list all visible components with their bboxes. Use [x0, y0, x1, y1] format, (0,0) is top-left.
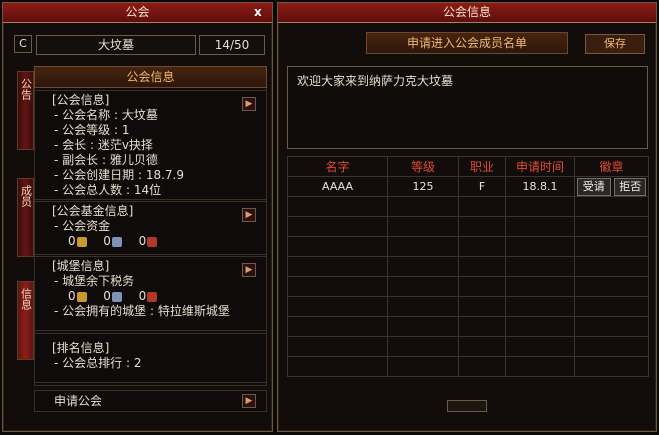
silver-coin-icon — [111, 236, 122, 247]
applicant-name: AAAA — [287, 176, 388, 197]
applicant-level: 125 — [387, 176, 459, 197]
guild-info-line: - 副会长 : 雅儿贝德 — [54, 153, 158, 167]
table-row — [287, 276, 649, 297]
gold-coin-icon — [76, 291, 87, 302]
applicant-actions: 受请 拒否 — [574, 176, 649, 197]
guild-info-line: - 公会等级 : 1 — [54, 123, 130, 137]
save-button[interactable]: 保存 — [585, 34, 645, 54]
guild-fund-title: [公会基金信息] — [52, 204, 134, 218]
guild-name-box: 大坟墓 — [36, 35, 196, 55]
guild-info-line: - 会长 : 迷茫v抉择 — [54, 138, 153, 152]
application-list-title: 申请进入公会成员名单 — [406, 36, 527, 50]
apply-arrow-icon[interactable]: ▶ — [242, 394, 256, 408]
col-level-header: 等级 — [387, 156, 459, 177]
expand-fund-icon[interactable]: ▶ — [242, 208, 256, 222]
guild-info-line: - 公会总人数 : 14位 — [54, 183, 162, 197]
castle-silver-value: 0 — [103, 289, 111, 303]
guild-icon: C — [14, 35, 32, 53]
guild-info-title: 公会信息 — [442, 5, 491, 19]
fund-coins: 0 0 0 — [68, 234, 158, 249]
apply-guild-button[interactable]: 申请公会 — [54, 394, 102, 409]
col-job-header: 职业 — [458, 156, 506, 177]
col-badge-header: 徽章 — [574, 156, 649, 177]
gold-coin-icon — [76, 236, 87, 247]
applicant-time: 18.8.1 — [505, 176, 575, 197]
guild-panel-title: 公会 — [125, 5, 150, 19]
notice-text: 欢迎大家来到纳萨力克大坟墓 — [297, 74, 454, 88]
red-coin-icon — [147, 291, 158, 302]
table-row — [287, 336, 649, 357]
table-header-row: 名字 等级 职业 申请时间 徽章 — [287, 156, 649, 177]
expand-info-icon[interactable]: ▶ — [242, 97, 256, 111]
expand-castle-icon[interactable]: ▶ — [242, 263, 256, 277]
fund-red-value: 0 — [138, 234, 147, 248]
castle-owned-line: - 公会拥有的城堡 : 特拉维斯城堡 — [54, 304, 230, 318]
application-list-header: 申请进入公会成员名单 — [366, 32, 568, 54]
tab-notice-label: 公告 — [19, 78, 33, 100]
guild-info-header-label: 公会信息 — [126, 70, 175, 84]
silver-coin-icon — [111, 291, 122, 302]
fund-gold-value: 0 — [68, 234, 76, 248]
col-time-header: 申请时间 — [505, 156, 575, 177]
tab-members[interactable]: 成员 — [17, 178, 34, 257]
rank-line: - 公会总排行 : 2 — [54, 356, 142, 370]
accept-button[interactable]: 受请 — [576, 177, 611, 196]
table-row — [287, 296, 649, 317]
save-label: 保存 — [604, 37, 626, 50]
col-name-header: 名字 — [287, 156, 388, 177]
castle-title: [城堡信息] — [52, 259, 110, 273]
close-icon[interactable]: x — [254, 5, 266, 19]
tab-members-label: 成员 — [19, 185, 33, 207]
page-nav-button[interactable] — [447, 400, 487, 412]
castle-tax-line: - 城堡余下税务 — [54, 274, 135, 288]
application-table: 名字 等级 职业 申请时间 徽章 AAAA 125 F 18.8.1 受请 拒否 — [287, 156, 649, 377]
reject-button[interactable]: 拒否 — [614, 177, 647, 196]
guild-panel-titlebar: 公会 — [3, 3, 272, 23]
guild-info-line: - 公会创建日期 : 18.7.9 — [54, 168, 184, 182]
tab-info-label: 信息 — [19, 288, 33, 310]
tab-info[interactable]: 信息 — [17, 281, 34, 360]
guild-fund-line: - 公会资金 — [54, 219, 111, 233]
guild-info-title: [公会信息] — [52, 93, 110, 107]
table-row — [287, 196, 649, 217]
guild-name: 大坟墓 — [97, 38, 134, 52]
member-count-box: 14/50 — [199, 35, 265, 55]
table-row — [287, 256, 649, 277]
table-row — [287, 216, 649, 237]
rank-title: [排名信息] — [52, 341, 110, 355]
applicant-job: F — [458, 176, 506, 197]
guild-info-header: 公会信息 — [34, 66, 267, 88]
red-coin-icon — [147, 236, 158, 247]
table-row — [287, 356, 649, 377]
fund-silver-value: 0 — [103, 234, 111, 248]
castle-red-value: 0 — [138, 289, 147, 303]
table-row: AAAA 125 F 18.8.1 受请 拒否 — [287, 176, 649, 197]
tab-notice[interactable]: 公告 — [17, 71, 34, 150]
guild-info-line: - 公会名称 : 大坟墓 — [54, 108, 158, 122]
table-row — [287, 236, 649, 257]
member-count: 14/50 — [214, 38, 250, 52]
castle-gold-value: 0 — [68, 289, 76, 303]
table-row — [287, 316, 649, 337]
guild-info-titlebar: 公会信息 — [278, 3, 656, 23]
castle-coins: 0 0 0 — [68, 289, 158, 304]
